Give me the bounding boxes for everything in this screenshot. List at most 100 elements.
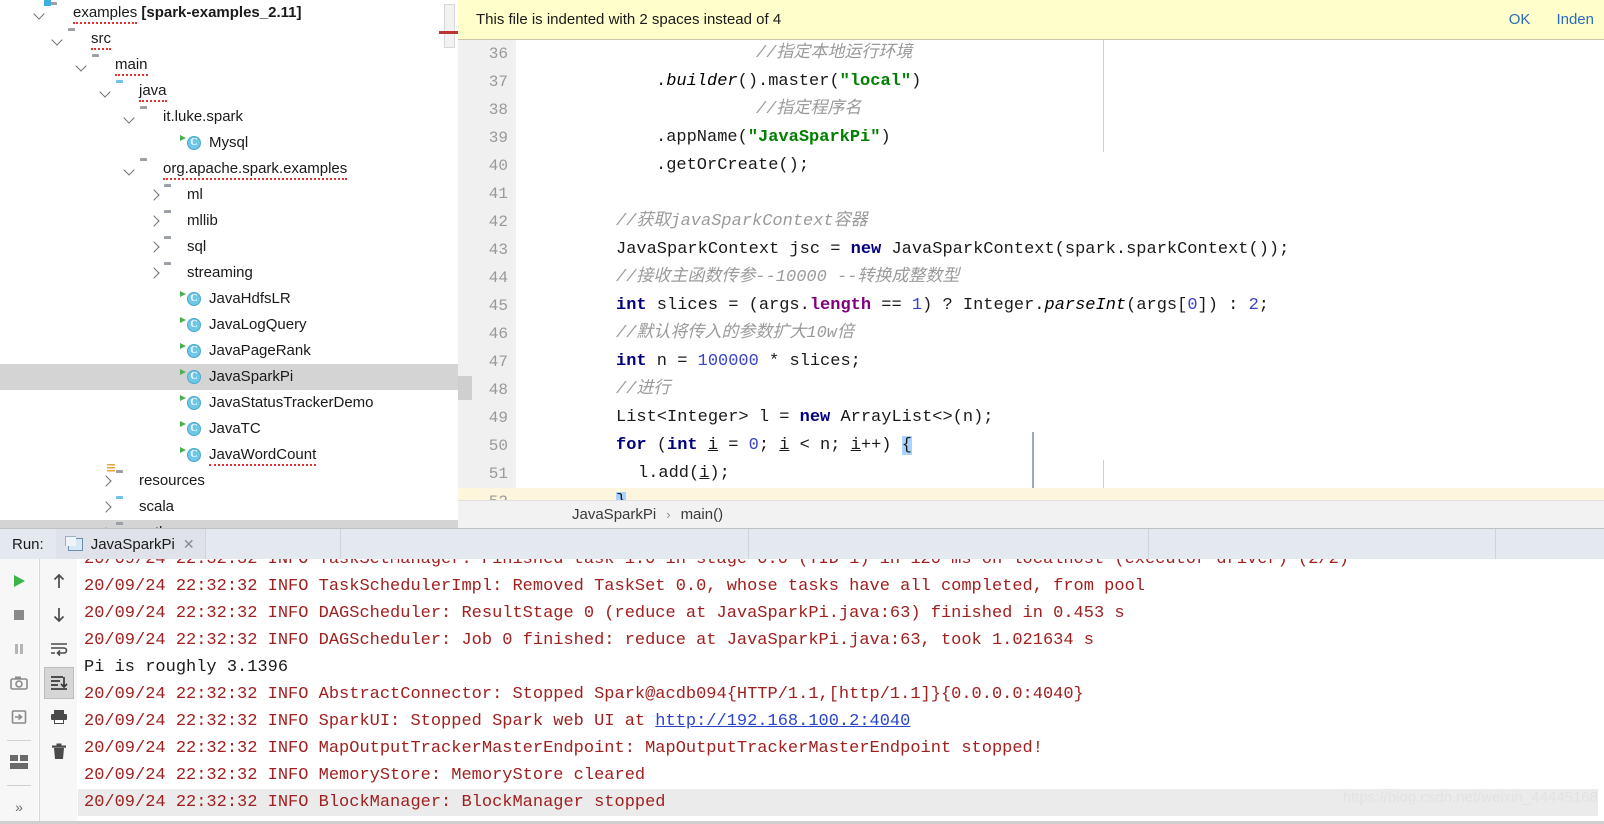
code-text[interactable]: //默认将传入的参数扩大10w倍 — [616, 320, 854, 348]
code-line-43[interactable]: 43 JavaSparkContext jsc = new JavaSparkCo… — [458, 236, 1604, 264]
code-line-45[interactable]: 45 int slices = (args.length == 1) ? Inte… — [458, 292, 1604, 320]
code-line-39[interactable]: 39 .appName("JavaSparkPi") — [458, 124, 1604, 152]
code-line-48[interactable]: 48 //进行 — [458, 376, 1604, 404]
code-text[interactable]: //指定程序名 — [756, 96, 861, 124]
tree-item-javastatustrackerdemo[interactable]: C JavaStatusTrackerDemo — [0, 390, 458, 416]
editor-lines[interactable]: 36//指定本地运行环境 37 .builder().master("local")… — [458, 40, 1604, 500]
tree-item-resources[interactable]: resources — [0, 468, 458, 494]
notification-ok-button[interactable]: OK — [1509, 11, 1531, 28]
layout-settings-button[interactable] — [4, 746, 34, 778]
tree-item-label: JavaHdfsLR — [209, 290, 291, 307]
code-text[interactable]: //获取javaSparkContext容器 — [616, 208, 868, 236]
chevron-right-icon[interactable] — [98, 499, 114, 515]
chevron-right-icon[interactable] — [146, 265, 162, 281]
chevron-down-icon[interactable] — [32, 5, 48, 21]
breadcrumb-class[interactable]: JavaSparkPi — [572, 506, 656, 523]
next-occurrence-button[interactable] — [44, 599, 74, 631]
clear-all-button[interactable] — [44, 735, 74, 767]
close-icon[interactable]: ✕ — [183, 536, 195, 553]
code-text[interactable]: int n = 100000 * slices; — [616, 348, 861, 376]
package-icon — [164, 239, 182, 255]
code-text[interactable]: for (int i = 0; i < n; i++) { — [616, 432, 912, 460]
code-text[interactable]: .builder().master("local") — [656, 68, 921, 96]
chevron-down-icon[interactable] — [98, 83, 114, 99]
code-line-36[interactable]: 36 //指定本地运行环境 — [458, 40, 1604, 68]
code-line-46[interactable]: 46 //默认将传入的参数扩大10w倍 — [458, 320, 1604, 348]
chevron-right-icon[interactable] — [98, 473, 114, 489]
console-line: 20/09/24 22:32:32 INFO DAGScheduler: Job… — [84, 631, 1094, 650]
code-text[interactable]: int slices = (args.length == 1) ? Intege… — [616, 292, 1269, 320]
tree-item-src[interactable]: src — [0, 26, 458, 52]
code-text[interactable]: //接收主函数传参--10000 --转换成整数型 — [616, 264, 959, 292]
chevron-right-icon[interactable] — [146, 187, 162, 203]
tree-item-label: streaming — [187, 264, 253, 281]
chevron-right-icon[interactable] — [146, 239, 162, 255]
tree-item-javapagerank[interactable]: C JavaPageRank — [0, 338, 458, 364]
code-line-47[interactable]: 47 int n = 100000 * slices; — [458, 348, 1604, 376]
chevron-down-icon[interactable] — [122, 109, 138, 125]
tree-item-examples[interactable]: examples [spark-examples_2.11] — [0, 0, 458, 26]
code-text[interactable]: .appName("JavaSparkPi") — [656, 124, 891, 152]
code-text[interactable]: } — [616, 488, 627, 500]
tree-item-javasparkpi[interactable]: C JavaSparkPi — [0, 364, 458, 390]
expand-more-button[interactable]: » — [4, 791, 34, 823]
code-text[interactable]: l.add(i); — [638, 460, 730, 488]
tree-item-it-luke-spark[interactable]: it.luke.spark — [0, 104, 458, 130]
tree-item-mysql[interactable]: C Mysql — [0, 130, 458, 156]
previous-occurrence-button[interactable] — [44, 565, 74, 597]
console-output[interactable]: 20/09/24 22:32:32 INFO TaskSetManager: F… — [78, 559, 1604, 824]
tree-item-sql[interactable]: sql — [0, 234, 458, 260]
scroll-to-end-button[interactable] — [43, 667, 74, 699]
code-line-38[interactable]: 38 //指定程序名 — [458, 96, 1604, 124]
code-line-37[interactable]: 37 .builder().master("local") — [458, 68, 1604, 96]
tree-item-javawordcount[interactable]: C JavaWordCount — [0, 442, 458, 468]
rerun-button[interactable] — [4, 565, 34, 597]
breadcrumb-method[interactable]: main() — [681, 506, 724, 523]
code-line-49[interactable]: 49 List<Integer> l = new ArrayList<>(n); — [458, 404, 1604, 432]
tree-item-mllib[interactable]: mllib — [0, 208, 458, 234]
project-tree-scrollbar[interactable] — [444, 4, 455, 48]
breadcrumb[interactable]: JavaSparkPi › main() — [458, 500, 1604, 528]
tree-item-javatc[interactable]: C JavaTC — [0, 416, 458, 442]
tree-item-streaming[interactable]: streaming — [0, 260, 458, 286]
run-toolbar-left[interactable]: » — [0, 559, 38, 824]
stop-button[interactable] — [4, 599, 34, 631]
console-scrollbar[interactable] — [1598, 559, 1604, 824]
restore-layout-button[interactable] — [4, 701, 34, 733]
chevron-right-icon[interactable] — [146, 213, 162, 229]
run-toolbar-right[interactable] — [39, 559, 77, 824]
code-line-52[interactable]: 52} — [458, 488, 1604, 500]
chevron-down-icon[interactable] — [122, 161, 138, 177]
code-line-41[interactable]: 41 — [458, 180, 1604, 208]
chevron-down-icon[interactable] — [74, 57, 90, 73]
tree-item-javahdfslr[interactable]: C JavaHdfsLR — [0, 286, 458, 312]
code-text[interactable]: JavaSparkContext jsc = new JavaSparkCont… — [616, 236, 1289, 264]
soft-wrap-button[interactable] — [44, 633, 74, 665]
code-line-44[interactable]: 44 //接收主函数传参--10000 --转换成整数型 — [458, 264, 1604, 292]
tree-item-scala[interactable]: scala — [0, 494, 458, 520]
code-line-51[interactable]: 51 l.add(i); — [458, 460, 1604, 488]
tree-item-ml[interactable]: ml — [0, 182, 458, 208]
chevron-down-icon[interactable] — [50, 31, 66, 47]
print-button[interactable] — [44, 701, 74, 733]
project-tool-window[interactable]: examples [spark-examples_2.11] src main jav… — [0, 0, 458, 533]
run-tab-javasparkpi[interactable]: JavaSparkPi ✕ — [55, 529, 206, 559]
code-token: i — [699, 464, 710, 483]
tree-item-javalogquery[interactable]: C JavaLogQuery — [0, 312, 458, 338]
code-editor[interactable]: 36//指定本地运行环境 37 .builder().master("local")… — [458, 40, 1604, 500]
console-link[interactable]: http://192.168.100.2:4040 — [655, 712, 910, 731]
notification-indent-button[interactable]: Inden — [1556, 11, 1594, 28]
tree-item-main[interactable]: main — [0, 52, 458, 78]
code-line-50[interactable]: 50 for (int i = 0; i < n; i++) { — [458, 432, 1604, 460]
code-text[interactable]: //指定本地运行环境 — [756, 40, 912, 68]
code-line-42[interactable]: 42 //获取javaSparkContext容器 — [458, 208, 1604, 236]
dump-threads-button[interactable] — [4, 667, 34, 699]
tree-item-java[interactable]: java — [0, 78, 458, 104]
code-text[interactable]: //进行 — [616, 376, 670, 404]
code-text[interactable]: .getOrCreate(); — [656, 152, 809, 180]
tree-item-org-apache-spark-examples[interactable]: org.apache.spark.examples — [0, 156, 458, 182]
code-line-40[interactable]: 40 .getOrCreate(); — [458, 152, 1604, 180]
code-text[interactable]: List<Integer> l = new ArrayList<>(n); — [616, 404, 993, 432]
pause-button[interactable] — [4, 633, 34, 665]
